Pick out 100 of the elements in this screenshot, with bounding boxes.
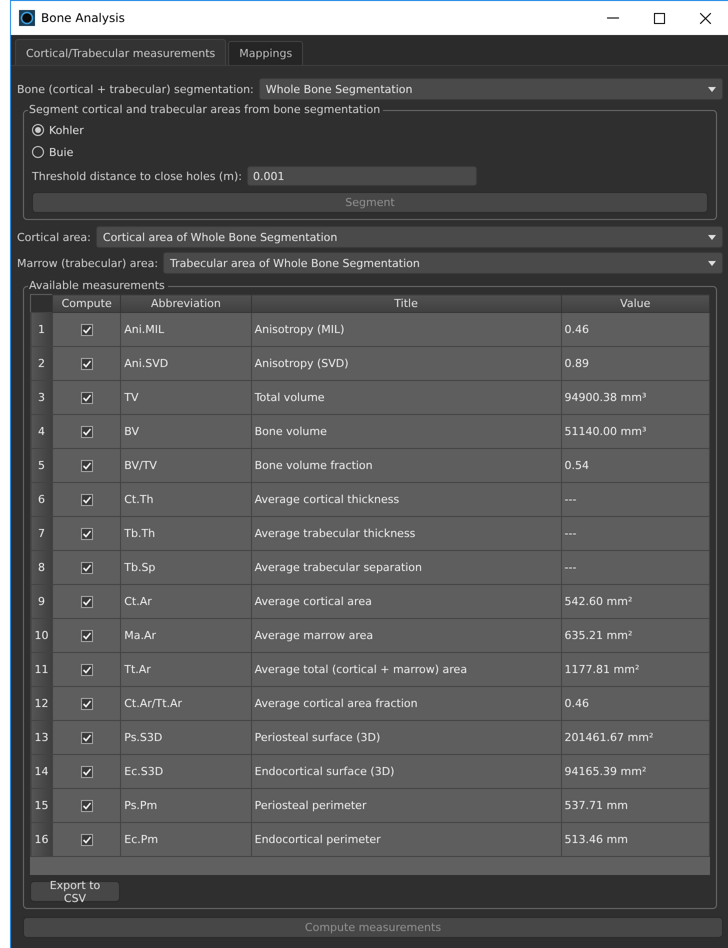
dropdown-arrow-icon [708, 86, 716, 92]
table-cell: BV [120, 414, 252, 448]
dropdown-arrow-icon [708, 234, 716, 240]
row-header: 4 [30, 414, 53, 448]
table-cell: 0.89 [561, 346, 710, 380]
table-cell: 94900.38 mm³ [561, 380, 710, 414]
checkbox[interactable] [80, 834, 93, 846]
row-header: 7 [30, 516, 53, 550]
table-cell: Tb.Th [120, 516, 252, 550]
table-cell: Tt.Ar [120, 652, 252, 686]
checkbox[interactable] [80, 766, 93, 778]
table-cell: Ps.Pm [120, 788, 252, 822]
checkbox[interactable] [80, 698, 93, 710]
table-cell: Endocortical surface (3D) [251, 754, 562, 788]
dropdown[interactable]: Trabecular area of Whole Bone Segmentation [163, 252, 723, 274]
table-cell: Ma.Ar [120, 618, 252, 652]
checkbox[interactable] [80, 800, 93, 812]
table-cell: Total volume [251, 380, 562, 414]
row-header: 16 [30, 822, 53, 856]
table-cell: Anisotropy (SVD) [251, 346, 562, 380]
checkbox[interactable] [80, 358, 93, 370]
column-header[interactable]: Abbreviation [120, 294, 252, 312]
table-cell: Ct.Th [120, 482, 252, 516]
checkbox[interactable] [80, 732, 93, 744]
minimize-icon[interactable] [607, 17, 619, 19]
column-header[interactable]: Compute [52, 294, 121, 312]
table-cell: Ct.Ar [120, 584, 252, 618]
radio-button[interactable]: Kohler [32, 119, 708, 141]
row-header: 14 [30, 754, 53, 788]
table-cell: Ec.S3D [120, 754, 252, 788]
table-cell: 94165.39 mm² [561, 754, 710, 788]
column-header[interactable]: Title [251, 294, 562, 312]
checkbox[interactable] [80, 460, 93, 472]
table-cell: --- [561, 482, 710, 516]
checkbox[interactable] [80, 630, 93, 642]
table-cell: Anisotropy (MIL) [251, 312, 562, 346]
field-label: Bone (cortical + trabecular) segmentation: [17, 82, 254, 96]
field-label: Marrow (trabecular) area: [17, 256, 158, 270]
dropdown[interactable]: Whole Bone Segmentation [258, 78, 723, 100]
maximize-icon[interactable] [654, 12, 664, 24]
row-header: 8 [30, 550, 53, 584]
table-cell: Average trabecular separation [251, 550, 562, 584]
input-field[interactable]: 0.001 [246, 166, 477, 186]
table-cell: Periosteal surface (3D) [251, 720, 562, 754]
checkbox[interactable] [80, 494, 93, 506]
table-cell: --- [561, 516, 710, 550]
app-icon [19, 10, 35, 26]
checkbox[interactable] [80, 664, 93, 676]
close-icon[interactable] [700, 12, 710, 24]
row-header: 1 [30, 312, 53, 346]
dropdown-arrow-icon [708, 260, 716, 266]
checkbox[interactable] [80, 324, 93, 336]
table-cell: Average trabecular thickness [251, 516, 562, 550]
table-cell: Tb.Sp [120, 550, 252, 584]
checkbox[interactable] [80, 596, 93, 608]
table-cell: 0.46 [561, 312, 710, 346]
export-button[interactable]: Export to CSV [30, 881, 120, 902]
checkbox[interactable] [80, 426, 93, 438]
table-cell: 0.54 [561, 448, 710, 482]
table-cell: 537.71 mm [561, 788, 710, 822]
table-cell: Average cortical area [251, 584, 562, 618]
row-header: 5 [30, 448, 53, 482]
table-cell: Ct.Ar/Tt.Ar [120, 686, 252, 720]
table-cell: 1177.81 mm² [561, 652, 710, 686]
dropdown[interactable]: Cortical area of Whole Bone Segmentation [96, 226, 723, 248]
checkbox[interactable] [80, 528, 93, 540]
table-cell: Average cortical area fraction [251, 686, 562, 720]
table-cell: TV [120, 380, 252, 414]
tab[interactable]: Cortical/Trabecular measurements [15, 39, 226, 65]
table-cell: BV/TV [120, 448, 252, 482]
table-cell: Periosteal perimeter [251, 788, 562, 822]
table-cell: Ani.SVD [120, 346, 252, 380]
radio-button[interactable]: Buie [32, 141, 708, 163]
table-cell: 0.46 [561, 686, 710, 720]
table-cell: Ani.MIL [120, 312, 252, 346]
table-cell: 542.60 mm² [561, 584, 710, 618]
table-cell: Endocortical perimeter [251, 822, 562, 856]
checkbox[interactable] [80, 392, 93, 404]
table-cell: 635.21 mm² [561, 618, 710, 652]
field-label: Cortical area: [17, 230, 91, 244]
table-cell: Ec.Pm [120, 822, 252, 856]
group-title: Segment cortical and trabecular areas from bone segmentation [28, 103, 384, 116]
row-header: 15 [30, 788, 53, 822]
table-cell: Average total (cortical + marrow) area [251, 652, 562, 686]
row-header: 11 [30, 652, 53, 686]
row-header: 13 [30, 720, 53, 754]
checkbox[interactable] [80, 562, 93, 574]
table-cell: Average marrow area [251, 618, 562, 652]
table-cell: --- [561, 550, 710, 584]
table-cell: 51140.00 mm³ [561, 414, 710, 448]
field-label: Threshold distance to close holes (m): [32, 170, 242, 182]
row-header: 10 [30, 618, 53, 652]
window-title: Bone Analysis [41, 11, 126, 25]
row-header: 3 [30, 380, 53, 414]
row-header: 12 [30, 686, 53, 720]
table-cell: Bone volume fraction [251, 448, 562, 482]
table-cell: Average cortical thickness [251, 482, 562, 516]
tab[interactable]: Mappings [228, 41, 304, 65]
table-cell: 513.46 mm [561, 822, 710, 856]
column-header[interactable]: Value [561, 294, 710, 312]
